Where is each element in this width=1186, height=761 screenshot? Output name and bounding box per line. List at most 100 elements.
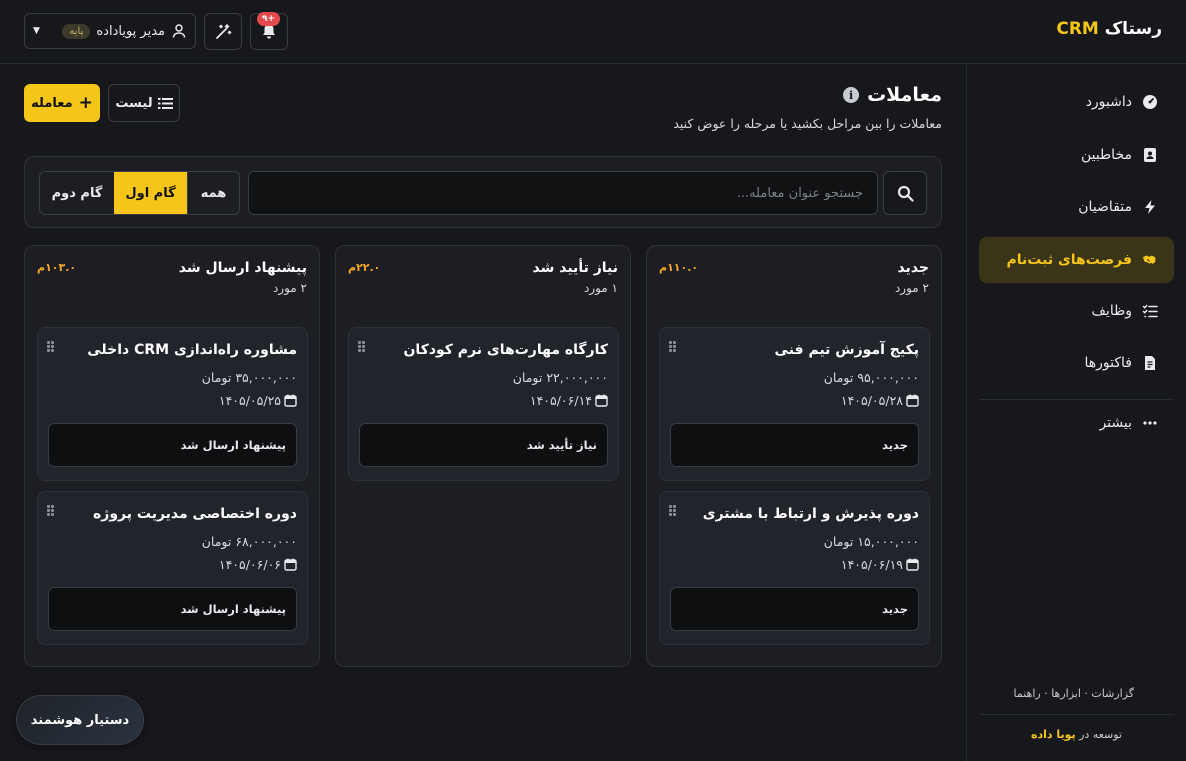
deal-price: ۱۵,۰۰۰,۰۰۰ تومان (823, 534, 919, 549)
list-icon (157, 97, 173, 109)
deal-date-text: ۱۴۰۵/۰۶/۱۴ (529, 393, 592, 408)
deal-title: دوره پذیرش و ارتباط با مشتری (702, 506, 919, 522)
deal-stage-select[interactable]: نیاز تأیید شد (359, 423, 608, 467)
deal-title: دوره اختصاصی مدیریت پروژه (93, 506, 297, 522)
credit-brand-link[interactable]: پویا داده (1031, 728, 1076, 741)
calendar-icon (284, 394, 297, 407)
drag-handle-icon[interactable] (669, 341, 676, 352)
filter-step-one-button[interactable]: گام اول (114, 172, 187, 214)
column-title: پیشنهاد ارسال شد (178, 260, 307, 276)
plan-badge: پایه (62, 23, 91, 39)
calendar-icon (595, 394, 608, 407)
page-title-text: معاملات (867, 84, 942, 106)
deal-date: ۱۴۰۵/۰۶/۰۶ (219, 557, 297, 572)
tasks-icon (1142, 304, 1158, 318)
sidebar-item-contacts[interactable]: مخاطبین (979, 132, 1174, 178)
deal-price: ۲۲,۰۰۰,۰۰۰ تومان (512, 370, 608, 385)
filter-step-two-button[interactable]: گام دوم (40, 172, 114, 214)
filter-all-button[interactable]: همه (187, 172, 239, 214)
deal-stage-select[interactable]: پیشنهاد ارسال شد (48, 587, 297, 631)
sidebar-item-applicants[interactable]: متقاضیان (979, 184, 1174, 230)
deal-price: ۶۸,۰۰۰,۰۰۰ تومان (201, 534, 297, 549)
list-view-label: لیست (115, 95, 153, 111)
deal-price: ۳۵,۰۰۰,۰۰۰ تومان (201, 370, 297, 385)
calendar-icon (284, 558, 297, 571)
search-input[interactable] (248, 171, 878, 215)
magic-wand-icon (216, 23, 232, 39)
page-title: معاملات i (843, 84, 942, 106)
contacts-icon (1144, 148, 1156, 162)
dashboard-icon (1143, 95, 1157, 109)
sidebar-item-tasks[interactable]: وظایف (979, 288, 1174, 334)
column-title: جدید (897, 260, 929, 276)
drag-handle-icon[interactable] (669, 505, 676, 516)
search-icon (897, 185, 914, 202)
kanban-column-needs-approval: نیاز تأیید شد ۱ مورد ۲۲.۰م کارگاه مهارت‌… (335, 245, 631, 667)
deal-date-text: ۱۴۰۵/۰۵/۲۵ (218, 393, 281, 408)
add-deal-label: معامله (31, 95, 73, 111)
brand-crm: CRM (1056, 19, 1099, 39)
magic-wand-button[interactable] (204, 13, 242, 50)
deal-date: ۱۴۰۵/۰۵/۲۸ (841, 393, 919, 408)
column-total: ۲۲.۰م (348, 261, 381, 274)
kanban-column-new: جدید ۲ مورد ۱۱۰.۰م پکیج آموزش تیم فنی ۹۵… (646, 245, 942, 667)
deal-card[interactable]: دوره اختصاصی مدیریت پروژه ۶۸,۰۰۰,۰۰۰ توم… (37, 491, 308, 645)
sidebar-item-label: فاکتورها (1084, 355, 1133, 371)
sidebar-item-more[interactable]: بیشتر (979, 400, 1174, 446)
sidebar-item-label: بیشتر (1099, 415, 1132, 431)
deal-card[interactable]: مشاوره راه‌اندازی CRM داخلی ۳۵,۰۰۰,۰۰۰ ت… (37, 327, 308, 481)
filter-panel: همه گام اول گام دوم (24, 156, 942, 228)
smart-assistant-button[interactable]: دستیار هوشمند (16, 695, 144, 745)
deal-stage-select[interactable]: جدید (670, 587, 919, 631)
footer-divider (979, 714, 1174, 715)
sidebar-item-label: متقاضیان (1078, 199, 1132, 215)
search-button[interactable] (883, 171, 927, 215)
user-menu-button[interactable]: مدیر پویاداده پایه ▼ (24, 13, 196, 49)
sidebar-item-invoices[interactable]: فاکتورها (979, 340, 1174, 386)
sidebar-item-label: مخاطبین (1080, 147, 1132, 163)
sidebar-item-dashboard[interactable]: داشبورد (979, 79, 1174, 125)
brand-name: رستاک (1104, 19, 1162, 39)
footer-links[interactable]: گزارشات · ابزارها · راهنما (1014, 687, 1134, 700)
column-count: ۱ مورد (583, 281, 618, 295)
sidebar: داشبورد مخاطبین متقاضیان فرصت‌های ثبت‌نا… (966, 64, 1186, 761)
page-subtitle: معاملات را بین مراحل بکشید یا مرحله را ع… (673, 116, 942, 131)
list-view-button[interactable]: لیست (108, 84, 180, 122)
credit-prefix: توسعه در (1079, 728, 1122, 741)
handshake-icon (1142, 255, 1156, 264)
column-title: نیاز تأیید شد (532, 260, 618, 276)
deal-date-text: ۱۴۰۵/۰۶/۱۹ (840, 557, 903, 572)
deal-title: پکیج آموزش تیم فنی (774, 342, 919, 358)
calendar-icon (906, 558, 919, 571)
column-total: ۱۰۳.۰م (37, 261, 77, 274)
deal-card[interactable]: پکیج آموزش تیم فنی ۹۵,۰۰۰,۰۰۰ تومان ۱۴۰۵… (659, 327, 930, 481)
notification-count-badge: +۹ (257, 12, 281, 26)
drag-handle-icon[interactable] (358, 341, 365, 352)
add-deal-button[interactable]: + معامله (24, 84, 100, 122)
drag-handle-icon[interactable] (47, 341, 54, 352)
sidebar-item-enrollment-opportunities[interactable]: فرصت‌های ثبت‌نام (979, 237, 1174, 283)
kanban-column-proposal-sent: پیشنهاد ارسال شد ۲ مورد ۱۰۳.۰م مشاوره را… (24, 245, 320, 667)
deal-stage-select[interactable]: جدید (670, 423, 919, 467)
notifications-button[interactable]: +۹ (250, 12, 288, 50)
sidebar-item-label: وظایف (1091, 303, 1132, 319)
info-icon[interactable]: i (843, 87, 860, 103)
deal-date: ۱۴۰۵/۰۶/۱۹ (841, 557, 919, 572)
deal-card[interactable]: دوره پذیرش و ارتباط با مشتری ۱۵,۰۰۰,۰۰۰ … (659, 491, 930, 645)
deal-title: کارگاه مهارت‌های نرم کودکان (403, 342, 608, 358)
invoice-icon (1145, 356, 1155, 370)
deal-date-text: ۱۴۰۵/۰۵/۲۸ (840, 393, 903, 408)
column-count: ۲ مورد (894, 281, 929, 295)
chevron-down-icon: ▼ (33, 26, 40, 36)
user-name: مدیر پویاداده (96, 23, 165, 39)
deal-stage-select[interactable]: پیشنهاد ارسال شد (48, 423, 297, 467)
deal-card[interactable]: کارگاه مهارت‌های نرم کودکان ۲۲,۰۰۰,۰۰۰ ت… (348, 327, 619, 481)
deal-price: ۹۵,۰۰۰,۰۰۰ تومان (823, 370, 919, 385)
deal-date-text: ۱۴۰۵/۰۶/۰۶ (218, 557, 281, 572)
deal-title: مشاوره راه‌اندازی CRM داخلی (87, 342, 297, 358)
drag-handle-icon[interactable] (47, 505, 54, 516)
column-count: ۲ مورد (272, 281, 307, 295)
sidebar-item-label: داشبورد (1085, 94, 1132, 110)
brand-logo[interactable]: رستاک CRM (1056, 19, 1162, 39)
more-icon (1143, 421, 1157, 425)
